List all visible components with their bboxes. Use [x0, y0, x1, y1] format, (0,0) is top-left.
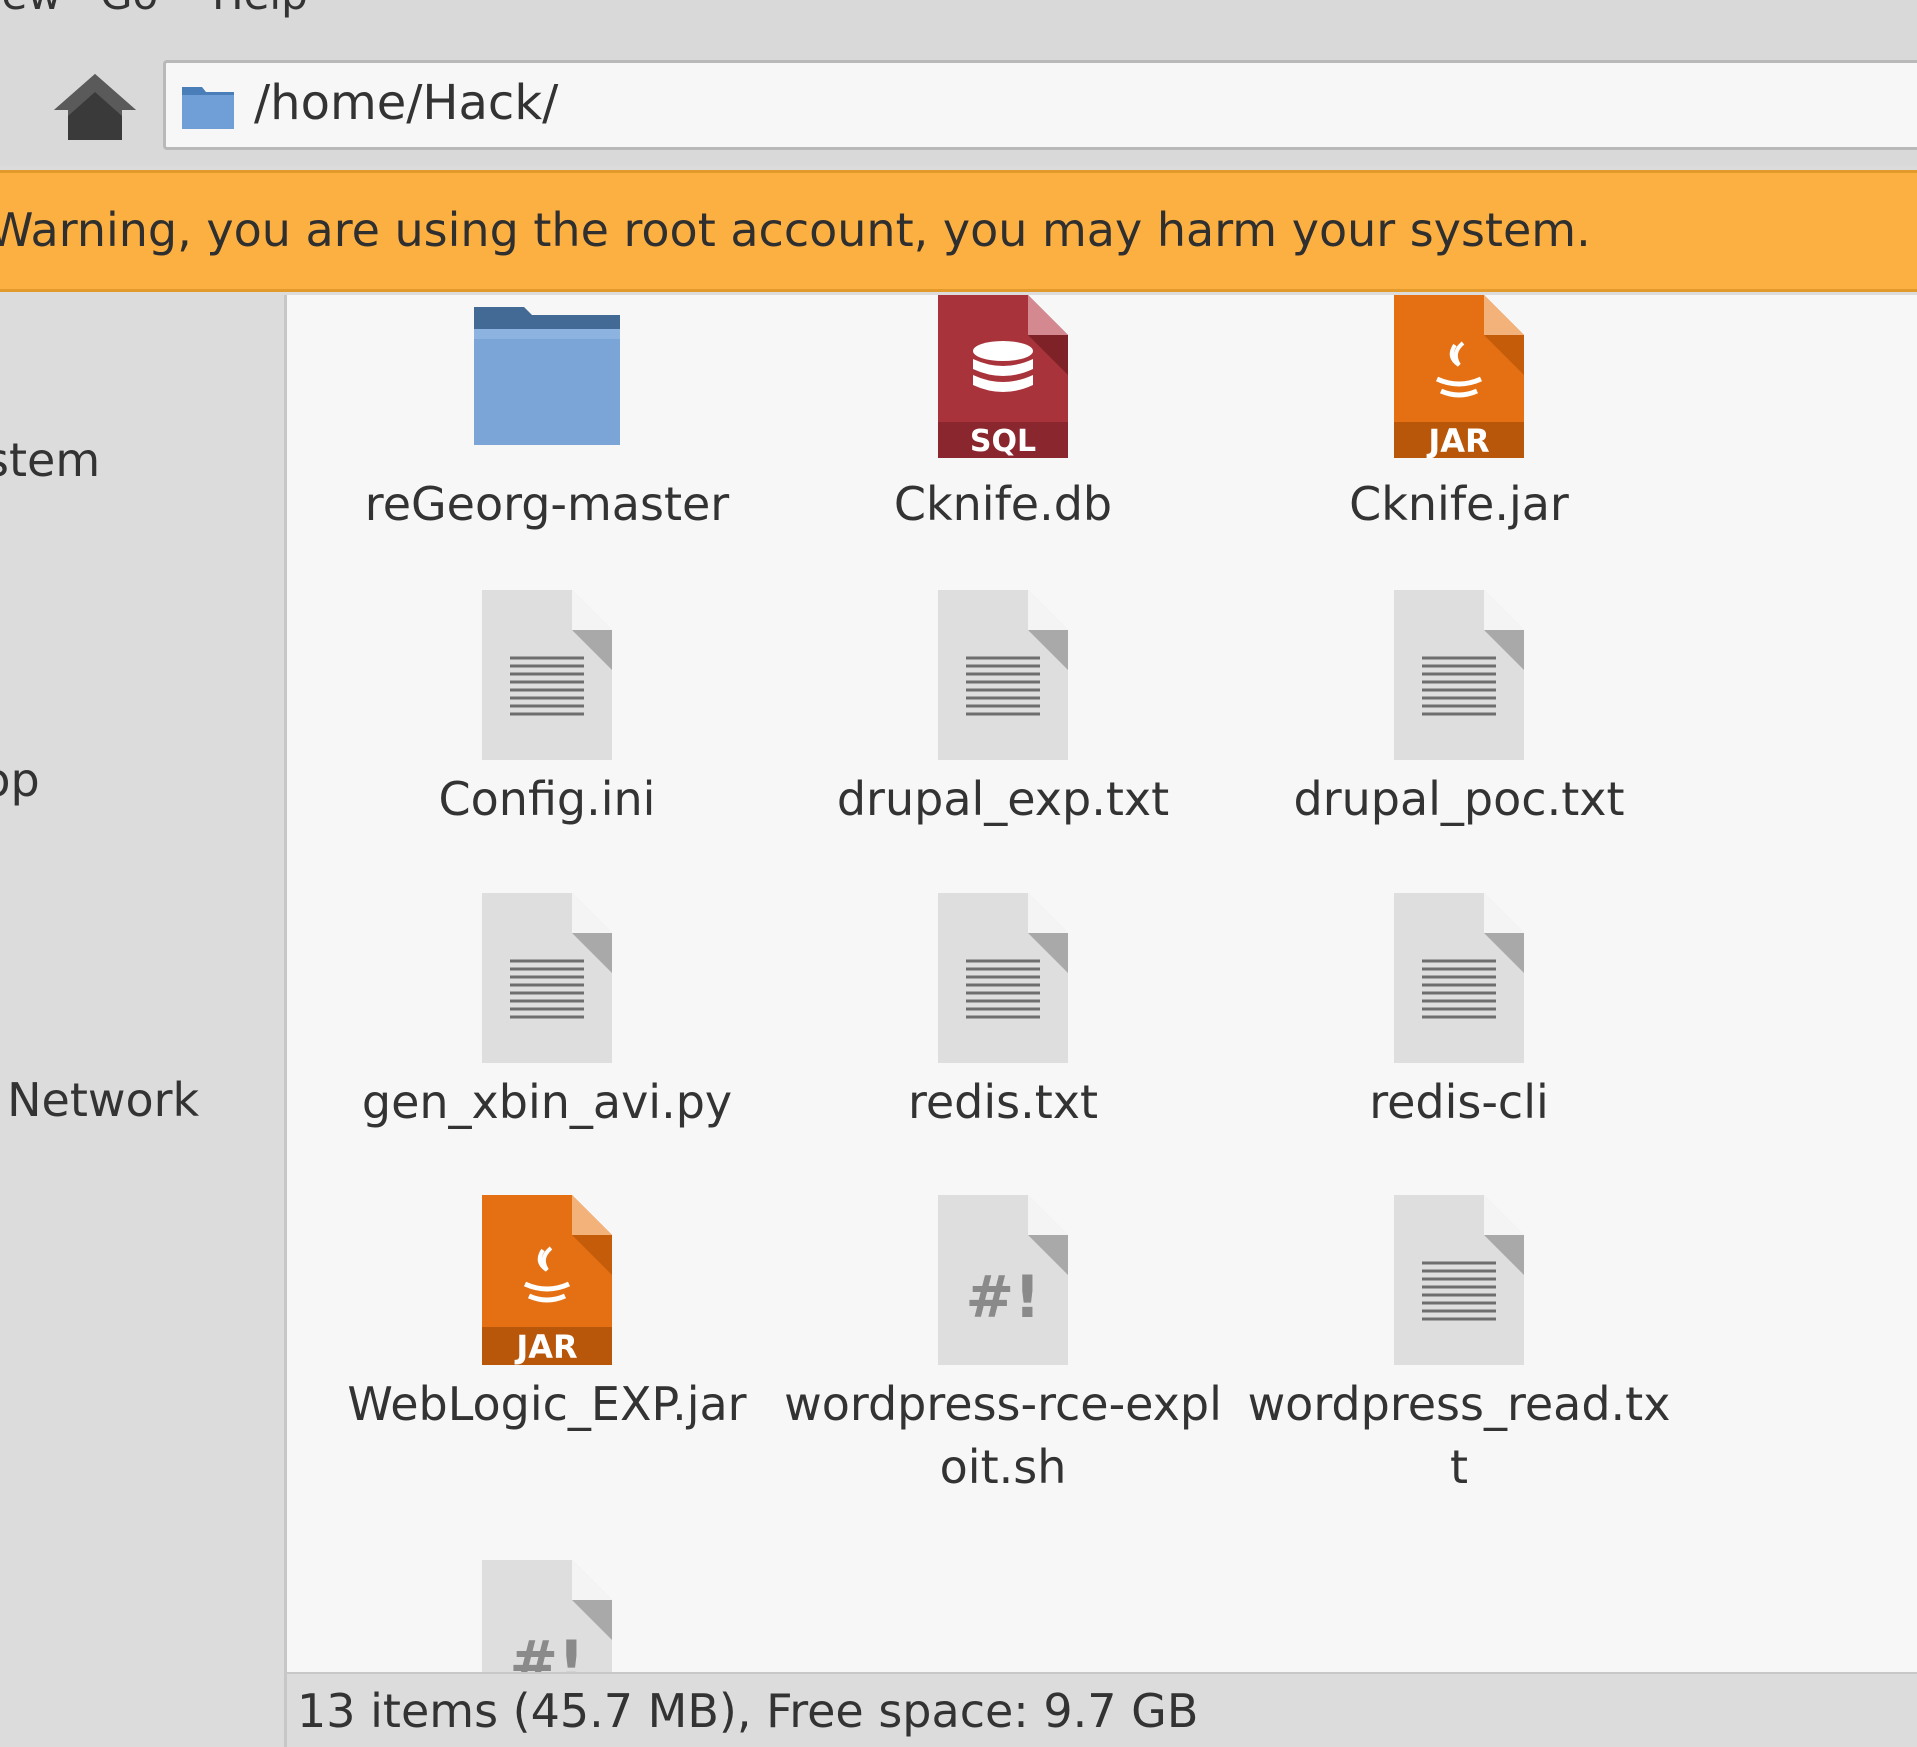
svg-text:#!: #! [509, 1628, 584, 1672]
sidebar-item-browse-network[interactable]: Browse Network [0, 1073, 199, 1127]
jar-file-icon: JAR [1394, 295, 1524, 460]
home-button[interactable] [50, 70, 140, 142]
sidebar: File System Desktop Browse Network [0, 295, 287, 1747]
svg-text:#!: #! [965, 1263, 1040, 1331]
status-text: 13 items (45.7 MB), Free space: 9.7 GB [297, 1684, 1199, 1738]
file-name: WebLogic_EXP.jar [347, 1377, 747, 1431]
file-name: gen_xbin_avi.py [361, 1075, 733, 1129]
file-name: reGeorg-master [364, 477, 730, 531]
file-name: wordpress-rce-exploit.sh [784, 1377, 1222, 1494]
jar-file-icon: JAR [482, 1195, 612, 1366]
location-bar[interactable]: /home/Hack/ [163, 60, 1917, 150]
text-file-icon [482, 893, 612, 1063]
home-icon [54, 74, 136, 140]
file-name: redis.txt [907, 1075, 1099, 1129]
sidebar-item-desktop[interactable]: Desktop [0, 753, 40, 807]
text-file-icon [938, 590, 1068, 760]
text-file-icon [1394, 1195, 1524, 1365]
menu-help[interactable]: Help [212, 0, 308, 19]
menu-view[interactable]: View [0, 0, 62, 19]
folder-icon [180, 83, 236, 135]
sidebar-item-file-system[interactable]: File System [0, 433, 100, 487]
folder-icon [474, 307, 620, 445]
file-name: wordpress_read.txt [1247, 1377, 1671, 1494]
svg-text:JAR: JAR [514, 1328, 577, 1366]
file-grid: reGeorg-master SQL Cknife.db JAR Cknife.… [287, 295, 1917, 1672]
script-file-icon: #! [938, 1195, 1068, 1365]
location-path[interactable]: /home/Hack/ [254, 75, 558, 131]
text-file-icon [1394, 590, 1524, 760]
text-file-icon [1394, 893, 1524, 1063]
text-file-icon [482, 590, 612, 760]
root-warning-banner: Warning, you are using the root account,… [0, 170, 1917, 292]
svg-text:SQL: SQL [970, 424, 1036, 459]
sql-file-icon: SQL [938, 295, 1068, 459]
menu-bar: View Go Help [0, 0, 1917, 48]
file-name: drupal_exp.txt [836, 772, 1170, 826]
file-name: Config.ini [438, 772, 656, 826]
file-name: drupal_poc.txt [1293, 772, 1625, 826]
toolbar: /home/Hack/ [0, 48, 1917, 166]
warning-text: Warning, you are using the root account,… [0, 203, 1591, 257]
text-file-icon [938, 893, 1068, 1063]
svg-text:JAR: JAR [1426, 422, 1489, 460]
file-name: Cknife.jar [1349, 477, 1569, 531]
status-bar: 13 items (45.7 MB), Free space: 9.7 GB [287, 1672, 1917, 1747]
menu-go[interactable]: Go [100, 0, 158, 19]
file-name: redis-cli [1369, 1075, 1549, 1129]
script-file-icon: #! [482, 1560, 612, 1672]
file-name: Cknife.db [893, 477, 1113, 531]
